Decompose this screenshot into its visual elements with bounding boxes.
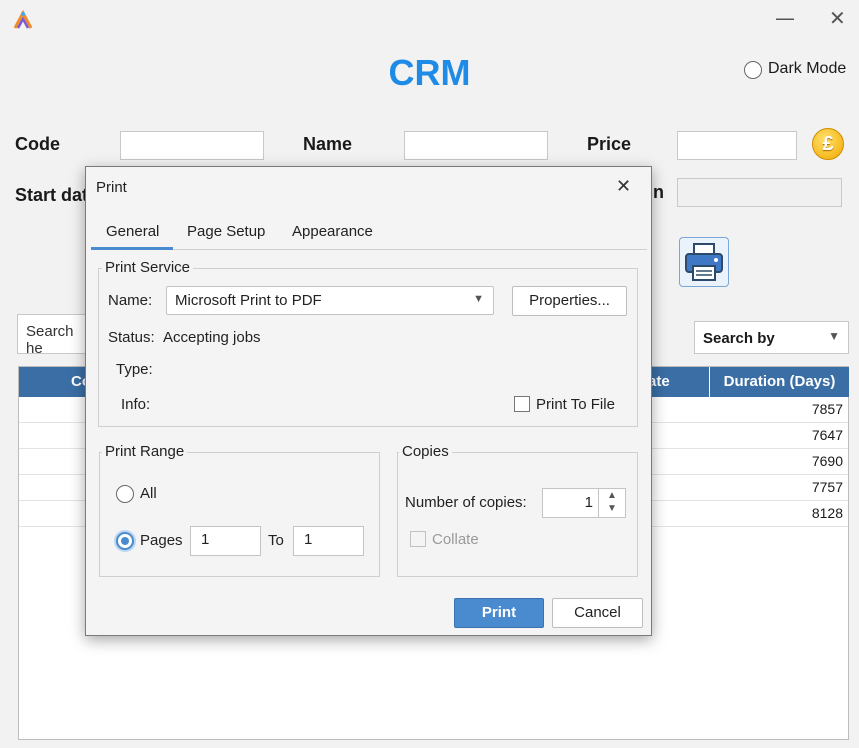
spin-down-icon[interactable]: ▼: [607, 503, 617, 514]
printer-name-label: Name:: [108, 292, 153, 309]
print-button[interactable]: Print: [454, 598, 544, 628]
tab-divider: [173, 249, 647, 250]
print-dialog: Print ✕ General Page Setup Appearance Pr…: [85, 166, 652, 636]
number-of-copies-label: Number of copies:: [405, 494, 527, 511]
print-range-legend: Print Range: [102, 443, 188, 460]
table-header-duration[interactable]: Duration (Days): [710, 367, 849, 397]
print-range-group: [99, 452, 380, 577]
printer-name-select[interactable]: Microsoft Print to PDF ▼: [166, 286, 494, 315]
copies-value: 1: [584, 494, 593, 511]
print-to-file-checkbox[interactable]: [514, 396, 530, 412]
status-value: Accepting jobs: [163, 329, 261, 346]
printer-name-value: Microsoft Print to PDF: [175, 292, 322, 309]
duration-input[interactable]: [677, 178, 842, 207]
copies-stepper[interactable]: ▲ ▼: [598, 489, 625, 517]
tab-page-setup[interactable]: Page Setup: [187, 223, 265, 240]
type-label: Type:: [116, 361, 153, 378]
all-pages-label: All: [140, 485, 157, 502]
properties-button[interactable]: Properties...: [512, 286, 627, 316]
name-label: Name: [303, 134, 353, 154]
search-by-dropdown[interactable]: Search by ▼: [694, 321, 849, 354]
print-button-main[interactable]: [679, 237, 729, 287]
chevron-down-icon: ▼: [473, 293, 484, 305]
print-to-file-label: Print To File: [536, 396, 615, 413]
to-label: To: [268, 532, 284, 549]
print-service-legend: Print Service: [102, 259, 194, 276]
pages-radio[interactable]: [116, 532, 134, 550]
collate-checkbox[interactable]: [410, 531, 426, 547]
search-input[interactable]: Search he: [17, 314, 92, 357]
info-label: Info:: [121, 396, 151, 413]
all-pages-radio[interactable]: [116, 485, 134, 503]
code-input[interactable]: [120, 131, 264, 160]
start-date-label: Start dat: [15, 185, 89, 205]
status-label: Status:: [108, 329, 155, 346]
name-input[interactable]: [404, 131, 548, 160]
tab-general-indicator: [91, 247, 173, 250]
app-title: CRM: [388, 52, 471, 93]
cancel-button[interactable]: Cancel: [552, 598, 643, 628]
price-input[interactable]: [677, 131, 797, 160]
close-window-button[interactable]: ✕: [829, 8, 846, 28]
pages-label: Pages: [140, 532, 183, 549]
pound-coin-icon[interactable]: £: [812, 128, 844, 160]
duration-label: n: [653, 182, 664, 202]
price-label: Price: [587, 134, 632, 154]
chevron-down-icon: ▼: [828, 329, 840, 343]
tab-appearance[interactable]: Appearance: [292, 223, 373, 240]
dark-mode-label: Dark Mode: [768, 60, 847, 77]
printer-icon: [685, 243, 723, 281]
tab-general[interactable]: General: [106, 223, 159, 240]
copies-spinner[interactable]: 1 ▲ ▼: [542, 488, 626, 518]
dialog-title: Print: [96, 179, 127, 196]
spin-up-icon[interactable]: ▲: [607, 490, 617, 501]
code-label: Code: [15, 134, 60, 154]
dark-mode-radio[interactable]: [744, 61, 762, 79]
search-by-label: Search by: [703, 330, 775, 347]
copies-legend: Copies: [399, 443, 452, 460]
from-page-input[interactable]: 1: [190, 526, 261, 556]
minimize-button[interactable]: —: [775, 8, 795, 28]
dialog-close-button[interactable]: ✕: [616, 176, 631, 197]
app-logo-icon: [13, 10, 33, 29]
to-page-input[interactable]: 1: [293, 526, 364, 556]
collate-label: Collate: [432, 531, 479, 548]
